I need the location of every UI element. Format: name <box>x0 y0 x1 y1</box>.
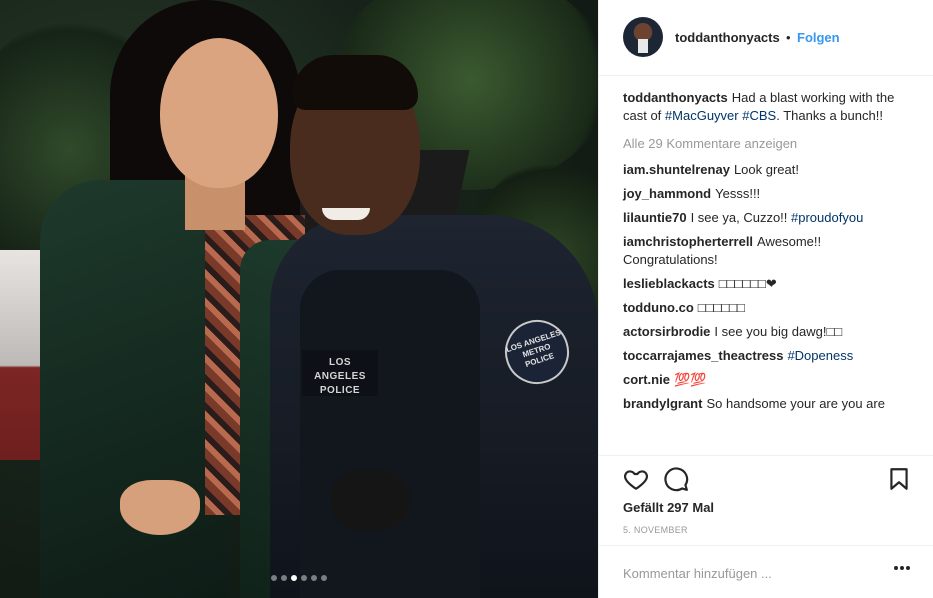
caption-hashtag[interactable]: #CBS <box>742 108 776 123</box>
comment-item: actorsirbrodie I see you big dawg!□□ <box>623 323 905 341</box>
man-hair <box>292 55 418 110</box>
carousel-dot[interactable] <box>271 575 277 581</box>
follow-button[interactable]: Folgen <box>797 29 840 47</box>
view-all-comments-link[interactable]: Alle 29 Kommentare anzeigen <box>623 135 905 153</box>
post-photo[interactable]: LOS ANGELES POLICE LOS ANGELES METRO POL… <box>0 0 598 598</box>
comment-text: I see you big dawg!□□ <box>714 324 843 339</box>
comment-username[interactable]: leslieblackacts <box>623 276 715 291</box>
man-gloved-hand <box>330 470 410 530</box>
caption-hashtag[interactable]: #MacGuyver <box>665 108 739 123</box>
post-header: toddanthonyacts • Folgen <box>599 0 933 76</box>
post-caption: toddanthonyacts Had a blast working with … <box>623 89 905 125</box>
heart-icon[interactable] <box>623 466 649 492</box>
carousel-dot[interactable] <box>311 575 317 581</box>
police-label: LOS ANGELES POLICE <box>302 350 378 396</box>
carousel-dot[interactable] <box>301 575 307 581</box>
header-username[interactable]: toddanthonyacts <box>675 29 780 47</box>
comment-username[interactable]: todduno.co <box>623 300 694 315</box>
woman-jacket <box>40 180 230 598</box>
caption-username[interactable]: toddanthonyacts <box>623 90 728 105</box>
comment-hashtag[interactable]: #Dopeness <box>787 348 853 363</box>
comment-text: Yesss!!! <box>715 186 761 201</box>
comment-text: 💯💯 <box>673 372 707 387</box>
comment-item: leslieblackacts □□□□□□❤ <box>623 275 905 293</box>
caption-text: . Thanks a bunch!! <box>776 108 883 123</box>
comment-item: todduno.co □□□□□□ <box>623 299 905 317</box>
comment-username[interactable]: brandylgrant <box>623 396 702 411</box>
bookmark-icon[interactable] <box>886 466 912 492</box>
comment-item: brandylgrant So handsome your are you are <box>623 395 905 413</box>
comment-username[interactable]: lilauntie70 <box>623 210 687 225</box>
likes-count[interactable]: Gefällt 297 Mal <box>623 499 714 517</box>
comment-item: iam.shuntelrenay Look great! <box>623 161 905 179</box>
comment-text: So handsome your are you are <box>706 396 885 411</box>
comment-text: □□□□□□❤ <box>718 276 777 291</box>
woman-face <box>160 38 278 188</box>
user-avatar[interactable] <box>623 17 663 57</box>
comment-username[interactable]: iamchristopherterrell <box>623 234 753 249</box>
post-actions: Gefällt 297 Mal 5. NOVEMBER <box>599 455 933 545</box>
header-separator: • <box>786 30 791 45</box>
add-comment-bar <box>599 545 933 598</box>
comment-hashtag[interactable]: #proudofyou <box>791 210 863 225</box>
carousel-dot[interactable] <box>291 575 297 581</box>
woman-hand <box>120 480 200 535</box>
comment-item: cort.nie 💯💯 <box>623 371 905 389</box>
ellipsis-icon[interactable] <box>894 566 912 580</box>
post-side-panel: toddanthonyacts • Folgen toddanthonyacts… <box>598 0 933 598</box>
carousel-dot[interactable] <box>321 575 327 581</box>
carousel-dot[interactable] <box>281 575 287 581</box>
comment-text: Look great! <box>733 162 799 177</box>
comment-username[interactable]: actorsirbrodie <box>623 324 710 339</box>
comment-username[interactable]: iam.shuntelrenay <box>623 162 730 177</box>
comment-username[interactable]: toccarrajames_theactress <box>623 348 783 363</box>
comments-section[interactable]: toddanthonyacts Had a blast working with … <box>599 77 933 453</box>
comment-username[interactable]: joy_hammond <box>623 186 711 201</box>
comment-text: □□□□□□ <box>697 300 745 315</box>
man-smile <box>322 208 370 220</box>
comment-item: joy_hammond Yesss!!! <box>623 185 905 203</box>
comment-bubble-icon[interactable] <box>663 466 689 492</box>
comments-list: toddanthonyacts Had a blast working with … <box>623 89 905 419</box>
comment-item: toccarrajames_theactress #Dopeness <box>623 347 905 365</box>
man-tactical-vest <box>300 270 480 598</box>
carousel-indicator <box>0 575 598 581</box>
comment-items: iam.shuntelrenay Look great! joy_hammond Ye… <box>623 161 905 413</box>
comment-item: lilauntie70 I see ya, Cuzzo!! #proudofyou <box>623 209 905 227</box>
comment-username[interactable]: cort.nie <box>623 372 670 387</box>
comments-scrollbar[interactable] <box>918 77 932 453</box>
add-comment-input[interactable] <box>623 562 873 584</box>
post-date: 5. NOVEMBER <box>623 525 688 535</box>
comment-text: I see ya, Cuzzo!! <box>690 210 792 225</box>
comment-item: iamchristopherterrell Awesome!! Congratul… <box>623 233 905 269</box>
